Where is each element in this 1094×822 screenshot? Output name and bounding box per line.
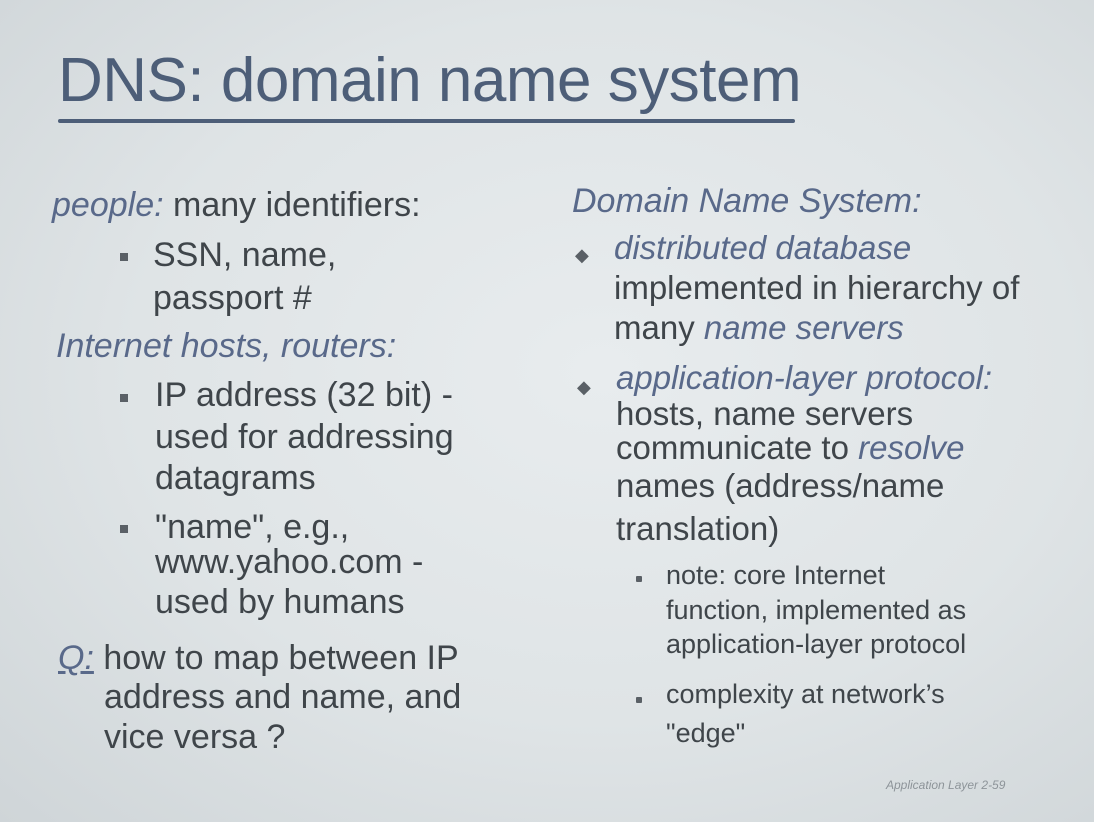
slide: DNS: domain name system people: many ide… xyxy=(0,0,1094,822)
diamond-bullet-icon: ◆ xyxy=(575,245,589,265)
name-line-2: www.yahoo.com - xyxy=(155,543,424,581)
ip-line-2: used for addressing xyxy=(155,418,454,456)
b1-line-1: distributed database xyxy=(614,229,912,266)
b2-line-1: application-layer protocol: xyxy=(616,359,993,396)
question-line-1: Q: how to map between IP xyxy=(58,641,459,675)
b1-line-3-italic: name servers xyxy=(703,309,904,346)
sub-bullet-icon xyxy=(636,576,642,582)
people-line: people: many identifiers: xyxy=(52,188,421,222)
bullet-icon xyxy=(120,394,128,402)
question-label: Q: xyxy=(58,639,94,677)
b1-line-3-plain: many xyxy=(614,309,704,346)
sub1-line-1: note: core Internet xyxy=(666,560,886,590)
bullet-icon xyxy=(120,253,128,261)
b2-line-2: hosts, name servers xyxy=(616,395,914,432)
sub2-line-2: "edge" xyxy=(666,718,746,748)
name-line-1: "name", e.g., xyxy=(155,508,350,546)
sub1-line-2: function, implemented as xyxy=(666,595,967,625)
question-text-1: how to map between IP xyxy=(93,639,459,677)
sub2-line-1: complexity at network’s xyxy=(666,679,945,709)
people-label: people: xyxy=(52,186,164,224)
question-line-2: address and name, and xyxy=(104,678,462,716)
b1-line-3: many name servers xyxy=(614,311,904,344)
b1-line-2: implemented in hierarchy of xyxy=(614,269,1020,306)
slide-footer: Application Layer 2-59 xyxy=(886,778,1006,792)
hosts-label: Internet hosts, routers: xyxy=(56,327,397,365)
ip-line-1: IP address (32 bit) - xyxy=(155,376,453,414)
sub-bullet-icon xyxy=(636,697,642,703)
title-underline xyxy=(58,119,795,123)
people-text: many identifiers: xyxy=(163,186,421,224)
dns-heading: Domain Name System: xyxy=(572,182,922,220)
b2-line-3-italic: resolve xyxy=(858,429,965,466)
slide-title: DNS: domain name system xyxy=(58,46,802,115)
question-line-3: vice versa ? xyxy=(104,718,286,756)
ip-line-3: datagrams xyxy=(155,459,316,497)
people-item-1: SSN, name, xyxy=(153,236,337,274)
b2-line-5: translation) xyxy=(616,510,780,547)
b2-line-3: communicate to resolve xyxy=(616,431,965,464)
bullet-icon xyxy=(120,525,128,533)
b2-line-3-plain: communicate to xyxy=(616,429,859,466)
people-item-2: passport # xyxy=(153,279,312,317)
b2-line-4: names (address/name xyxy=(616,467,945,504)
diamond-bullet-icon: ◆ xyxy=(577,377,591,397)
name-line-3: used by humans xyxy=(155,583,405,621)
sub1-line-3: application-layer protocol xyxy=(666,629,967,659)
